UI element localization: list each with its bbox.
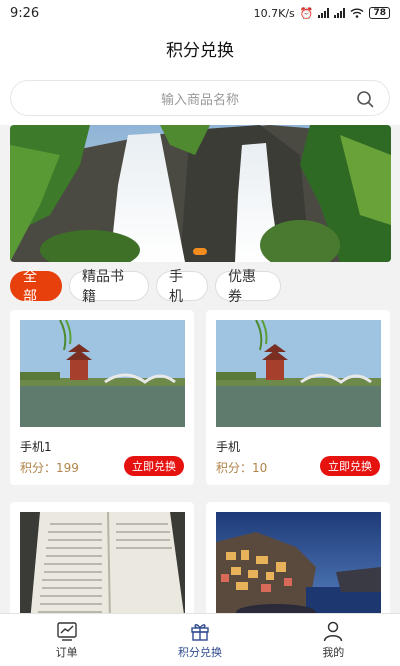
- product-image-book: [20, 512, 185, 622]
- wifi-icon: [351, 8, 364, 18]
- alarm-icon: ⏰: [299, 6, 314, 20]
- product-card[interactable]: [206, 502, 390, 622]
- page-title: 积分兑换: [166, 40, 234, 61]
- status-time: 9:26: [10, 5, 40, 21]
- status-icons: 10.7K/s ⏰ 78: [254, 7, 390, 20]
- nav-orders-label: 订单: [55, 646, 78, 659]
- nav-exchange-label: 积分兑换: [177, 646, 222, 659]
- banner-waterfall-image: [10, 125, 391, 262]
- search-icon[interactable]: [355, 89, 375, 109]
- chart-icon: [56, 622, 77, 641]
- header: 积分兑换: [0, 26, 400, 70]
- bottom-nav: 订单 积分兑换 我的: [0, 613, 400, 666]
- product-card[interactable]: 手机1 积分：199 立即兑换: [10, 310, 194, 485]
- signal-icon-2: [334, 8, 346, 18]
- network-speed: 10.7K/s: [253, 6, 295, 20]
- product-points: 积分：199: [20, 461, 79, 475]
- signal-icon: [318, 8, 330, 18]
- product-name: 手机: [216, 440, 241, 454]
- carousel-indicator[interactable]: [193, 248, 207, 255]
- banner-carousel[interactable]: [10, 125, 391, 262]
- redeem-button[interactable]: 立即兑换: [320, 456, 380, 476]
- product-card[interactable]: 手机 积分：10 立即兑换: [206, 310, 390, 485]
- product-card[interactable]: [10, 502, 194, 622]
- nav-mine-label: 我的: [322, 646, 345, 659]
- redeem-button[interactable]: 立即兑换: [124, 456, 184, 476]
- tab-books[interactable]: 精品书籍: [69, 269, 149, 305]
- status-bar: 9:26 10.7K/s ⏰ 78: [0, 0, 400, 26]
- product-image: [20, 320, 185, 427]
- gift-icon: [191, 624, 209, 641]
- battery-icon: 78: [369, 7, 390, 19]
- nav-mine[interactable]: 我的: [267, 614, 400, 666]
- nav-exchange[interactable]: 积分兑换: [133, 614, 266, 666]
- user-icon: [324, 621, 343, 642]
- category-tabs: 全部 精品书籍 手机 优惠券: [10, 269, 281, 305]
- product-image: [216, 320, 381, 427]
- product-points: 积分：10: [216, 461, 268, 475]
- product-name: 手机1: [20, 440, 52, 454]
- search-section: 输入商品名称: [0, 70, 400, 125]
- nav-orders[interactable]: 订单: [0, 614, 133, 666]
- tab-coupon[interactable]: 优惠券: [215, 269, 281, 305]
- tab-all[interactable]: 全部: [10, 269, 62, 305]
- tab-phone[interactable]: 手机: [156, 269, 208, 305]
- search-placeholder: 输入商品名称: [160, 92, 239, 108]
- product-image-coast: [216, 512, 381, 622]
- search-input[interactable]: 输入商品名称: [10, 80, 390, 116]
